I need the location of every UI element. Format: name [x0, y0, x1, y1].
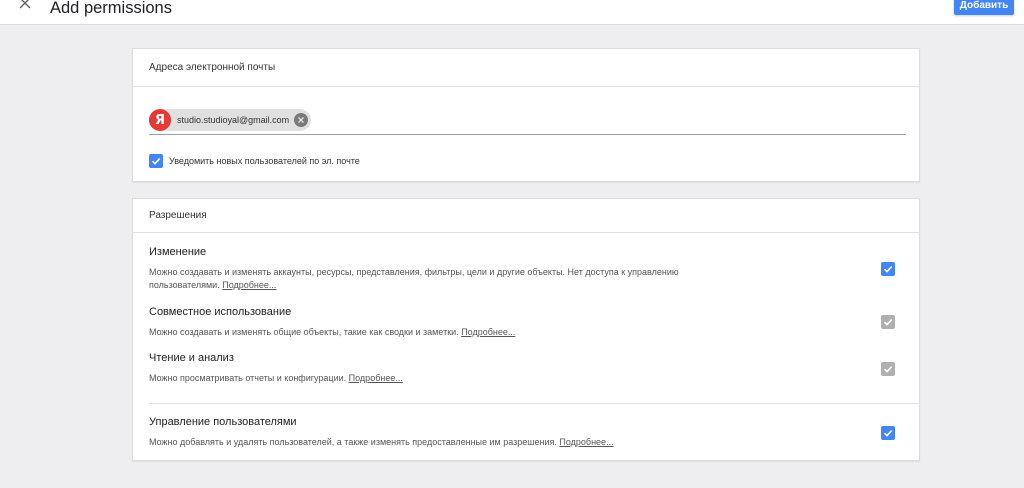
permission-description: Можно создавать и изменять аккаунты, рес…	[149, 267, 679, 290]
check-icon	[151, 158, 161, 165]
learn-more-link[interactable]: Подробнее...	[222, 280, 276, 290]
avatar: Я	[149, 109, 171, 131]
permission-title: Чтение и анализ	[149, 352, 234, 364]
notify-checkbox[interactable]	[149, 154, 163, 168]
permission-title: Управление пользователями	[149, 416, 297, 428]
permissions-section-title: Разрешения	[133, 199, 919, 233]
permission-title: Изменение	[149, 246, 207, 258]
check-icon	[883, 266, 893, 273]
permission-description: Можно добавлять и удалять пользователей,…	[149, 437, 614, 447]
permission-collaborate: Совместное использование Можно создавать…	[149, 306, 889, 339]
permission-read-analyze: Чтение и анализ Можно просматривать отче…	[149, 352, 889, 385]
close-button[interactable]	[16, 0, 34, 12]
email-card: Адреса электронной почты Я studio.studio…	[132, 48, 920, 182]
divider	[149, 403, 920, 404]
permission-edit: Изменение Можно создавать и изменять акк…	[149, 246, 889, 292]
manage-users-checkbox[interactable]	[881, 426, 895, 440]
permission-description: Можно создавать и изменять общие объекты…	[149, 327, 516, 337]
read-analyze-checkbox[interactable]	[881, 362, 895, 376]
add-button[interactable]: Добавить	[954, 0, 1014, 15]
permission-description: Можно просматривать отчеты и конфигураци…	[149, 373, 403, 383]
permissions-card: Разрешения Изменение Можно создавать и и…	[132, 198, 920, 461]
collaborate-checkbox[interactable]	[881, 315, 895, 329]
remove-chip-button[interactable]	[294, 113, 308, 127]
check-icon	[883, 319, 893, 326]
email-chip-text: studio.studioyal@gmail.com	[177, 115, 290, 125]
edit-checkbox[interactable]	[881, 262, 895, 276]
permission-manage-users: Управление пользователями Можно добавлят…	[149, 416, 889, 449]
email-section-title: Адреса электронной почты	[133, 49, 919, 87]
learn-more-link[interactable]: Подробнее...	[461, 327, 515, 337]
permission-title: Совместное использование	[149, 306, 292, 318]
notify-label: Уведомить новых пользователей по эл. поч…	[169, 156, 360, 166]
learn-more-link[interactable]: Подробнее...	[349, 373, 403, 383]
top-bar: Add permissions Добавить	[0, 0, 1024, 25]
learn-more-link[interactable]: Подробнее...	[559, 437, 613, 447]
notify-option: Уведомить новых пользователей по эл. поч…	[149, 154, 360, 168]
page-title: Add permissions	[50, 0, 172, 17]
close-icon	[19, 0, 31, 9]
close-icon	[298, 117, 304, 123]
email-input[interactable]: Я studio.studioyal@gmail.com	[149, 109, 906, 135]
check-icon	[883, 430, 893, 437]
email-chip: Я studio.studioyal@gmail.com	[149, 109, 311, 131]
check-icon	[883, 366, 893, 373]
